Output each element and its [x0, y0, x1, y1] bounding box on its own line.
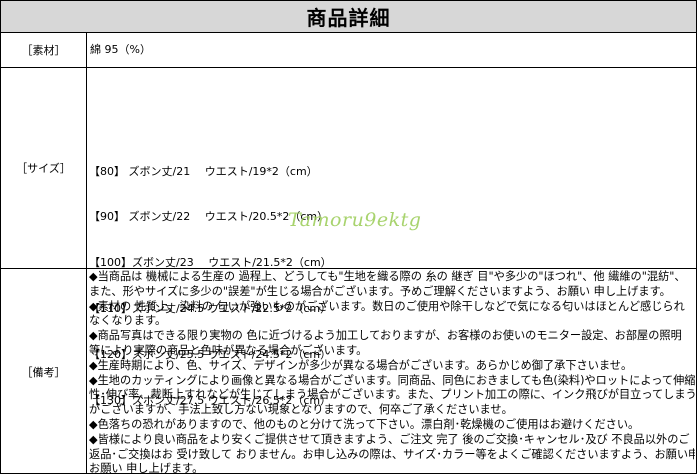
material-value-cell: 綿 95（%）	[88, 33, 696, 67]
note-line: ◆商品写真はできる限り実物の 色に近づけるよう加工しておりますが、お客様のお使い…	[89, 329, 682, 343]
page-title: 商品詳細	[306, 6, 391, 30]
size-label: ［サイズ］	[1, 68, 87, 268]
size-line: 【80】 ズボン丈/21 ウエスト/19*2（cm）	[89, 164, 318, 178]
material-label: ［素材］	[1, 33, 87, 67]
note-line: 返品･ご交換はお 受け致して おりません。お申し込みの際は、サイズ･カラー等をよ…	[89, 447, 695, 461]
note-line: お願い 申し上げます。	[89, 462, 204, 475]
notes-row: ［備考］ ◆当商品は 機械による生産の 過程上、どうしても"生地を織る際の 糸の…	[1, 269, 696, 475]
material-row: ［素材］ 綿 95（%）	[1, 33, 696, 68]
notes-list: ◆当商品は 機械による生産の 過程上、どうしても"生地を織る際の 糸の 継ぎ 目…	[89, 270, 695, 475]
note-line: ◆生地のカッティングにより画像と異なる場合がございます。同商品、同色におきまして…	[89, 373, 695, 387]
notes-value-cell: ◆当商品は 機械による生産の 過程上、どうしても"生地を織る際の 糸の 継ぎ 目…	[88, 269, 696, 475]
note-line: ◆生産時期により、色、サイズ、デザインが多少が異なる場合がございます。あらかじめ…	[89, 358, 633, 372]
note-line: 等により実際の商品と色味が異なる場合がございます。	[89, 343, 368, 357]
table-header: 商品詳細	[1, 1, 696, 33]
notes-label: ［備考］	[1, 269, 87, 474]
note-line: がございますが、手法上致し方ない現象となりますので、何卒ご了承くださいませ。	[89, 403, 513, 417]
note-line: ◆素材の 性質上、染料の 匂いが強いものがございます。数日のご使用や除干しなどで…	[89, 299, 685, 313]
size-row: ［サイズ］ 【80】 ズボン丈/21 ウエスト/19*2（cm） 【90】 ズボ…	[1, 68, 696, 407]
product-detail-table: 商品詳細 ［素材］ 綿 95（%） ［サイズ］ 【80】 ズボン丈/21 ウエス…	[0, 0, 697, 475]
note-line: ◆当商品は 機械による生産の 過程上、どうしても"生地を織る際の 糸の 継ぎ 目…	[89, 270, 686, 283]
size-value-cell: 【80】 ズボン丈/21 ウエスト/19*2（cm） 【90】 ズボン丈/22 …	[88, 68, 696, 407]
note-line: 性･伸び率、裁断上すれなどが生じてしまう場合がございます。また、プリント加工の際…	[89, 388, 695, 402]
note-line: なくなります。	[89, 314, 167, 328]
shop-watermark: Tamoru9ektg	[288, 209, 422, 231]
material-value: 綿 95（%）	[90, 43, 151, 56]
note-line: ◆皆様により良い商品をより安くご提供させて頂きますよう、ご注文 完了 後のご交換…	[89, 432, 690, 446]
note-line: ◆色落ちの恐れがありますので、他のものと分けて洗って下さい。漂白剤･乾燥機のご使…	[89, 417, 640, 431]
note-line: また、形やサイズに多少の"誤差"が生じる場合がございます。予めご理解くださいます…	[89, 284, 671, 298]
